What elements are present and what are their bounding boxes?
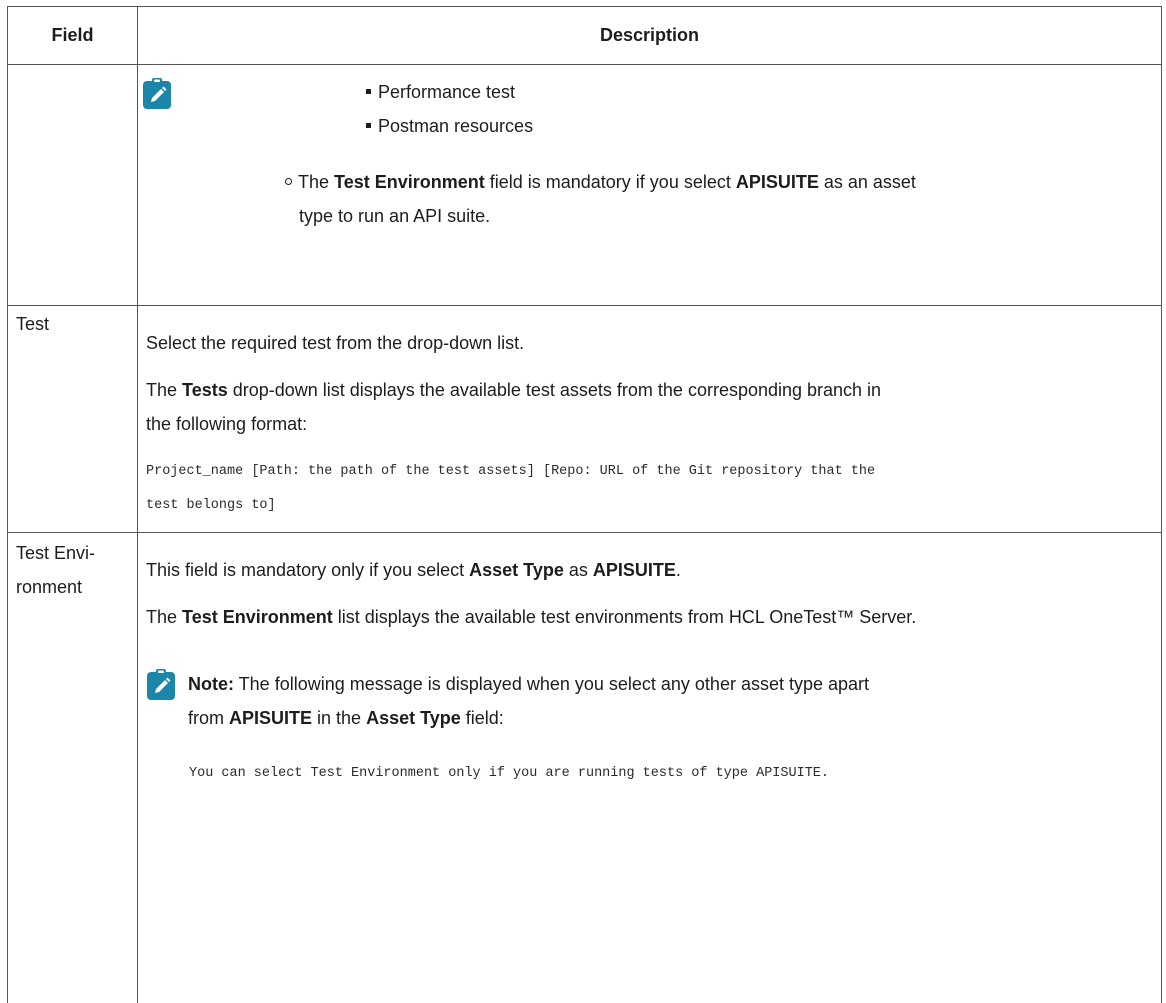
test-description-p1: Select the required test from the drop-d… <box>146 333 525 353</box>
square-bullet-icon <box>366 88 371 94</box>
sub-bullet-list: Performance test Postman resources <box>366 75 533 143</box>
code-format: Project_name [Path: the path of the test… <box>146 464 876 513</box>
list-item: Performance test <box>366 75 533 109</box>
table-row-continued: Performance test Postman resources The T… <box>7 64 1162 306</box>
note-icon <box>147 668 175 700</box>
field-name: Test <box>16 314 50 334</box>
header-description: Description <box>137 6 1162 65</box>
field-name-line2: ronment <box>16 577 83 597</box>
note-block: Note: The following message is displayed… <box>188 667 1148 791</box>
field-description-table: Field Description Performance test Postm… <box>7 6 1162 1003</box>
table-row-test: Test Select the required test from the d… <box>7 305 1162 533</box>
table-row-test-environment: Test Envi- ronment This field is mandato… <box>7 532 1162 1003</box>
field-name-line1: Test Envi- <box>16 543 96 563</box>
note-line1: Note: The following message is displayed… <box>188 674 870 694</box>
table-header-row: Field Description <box>7 6 1162 65</box>
env-description-p1: This field is mandatory only if you sele… <box>146 560 681 580</box>
note-line2: from APISUITE in the Asset Type field: <box>188 708 504 728</box>
description-cell-test-environment: This field is mandatory only if you sele… <box>137 532 1162 1003</box>
circle-bullet-item: The Test Environment field is mandatory … <box>285 165 1115 233</box>
square-bullet-icon <box>366 122 371 128</box>
description-cell-test: Select the required test from the drop-d… <box>137 305 1162 533</box>
field-cell-empty <box>7 64 138 306</box>
note-code: You can select Test Environment only if … <box>189 766 830 781</box>
note-label: Note: <box>188 674 234 694</box>
field-cell-test: Test <box>7 305 138 533</box>
env-description-p2: The Test Environment list displays the a… <box>146 607 917 627</box>
test-description-p2: The Tests drop-down list displays the av… <box>146 380 882 400</box>
field-cell-test-environment: Test Envi- ronment <box>7 532 138 1003</box>
note-icon <box>143 77 171 109</box>
description-cell-continued: Performance test Postman resources The T… <box>137 64 1162 306</box>
header-field: Field <box>7 6 138 65</box>
circle-bullet-icon <box>285 177 292 185</box>
list-item: Postman resources <box>366 109 533 143</box>
